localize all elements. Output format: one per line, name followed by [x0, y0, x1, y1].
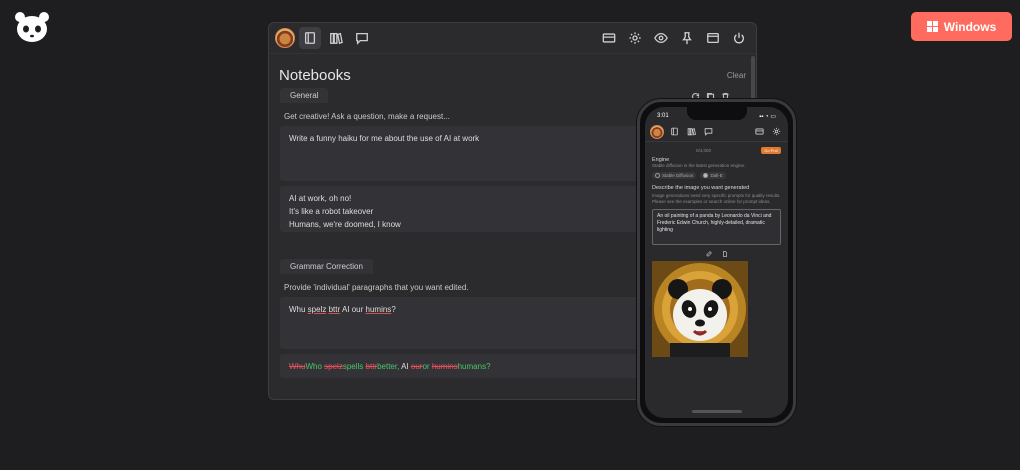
engine-option-dall-e[interactable]: Dall-E: [700, 172, 726, 179]
clear-button[interactable]: Clear: [727, 71, 746, 80]
card-button[interactable]: [598, 27, 620, 49]
usage-counter: 0/4,000: [696, 147, 712, 153]
inserted-text: Who: [305, 362, 322, 371]
misspelled-word: spelz: [307, 305, 327, 314]
inserted-text: humans?: [457, 362, 491, 371]
deleted-text: humins: [431, 362, 458, 371]
landing-stage: Windows Notebooks Clear General Get crea…: [0, 0, 1020, 470]
windows-download-label: Windows: [943, 19, 997, 34]
input-word: ?: [391, 305, 396, 314]
phone-time: 3:01: [657, 113, 669, 119]
eye-icon: [654, 32, 668, 44]
notebook-icon: [304, 32, 316, 44]
misspelled-word: bttr: [328, 305, 341, 314]
file-icon[interactable]: [722, 251, 728, 257]
engine-option-stable-diffusion[interactable]: Stable Diffusion: [652, 172, 697, 179]
input-word: AI our: [340, 305, 366, 314]
credit-card-icon: [602, 33, 616, 43]
settings-button[interactable]: [624, 27, 646, 49]
image-actions: [652, 251, 781, 257]
chat-tab-button[interactable]: [701, 125, 715, 139]
notebook-icon: [670, 127, 678, 136]
phone-mockup: 3:01 ▪▪ ◔ ▭ 0/4,000 Go Pro! Engine Stabl…: [637, 99, 796, 426]
deleted-text: spelz: [324, 362, 343, 371]
chat-tab-button[interactable]: [351, 27, 373, 49]
inserted-text: spells: [342, 362, 364, 371]
page-title: Notebooks: [279, 66, 351, 84]
notebooks-header: Notebooks Clear: [269, 54, 756, 88]
library-tab-button[interactable]: [684, 125, 698, 139]
engine-options: Stable Diffusion Dall-E: [652, 172, 781, 179]
avatar[interactable]: [650, 124, 664, 139]
library-icon: [330, 32, 343, 45]
settings-button[interactable]: [769, 125, 783, 139]
describe-help: Image generations need very specific pro…: [652, 193, 781, 204]
pin-icon: [682, 32, 692, 45]
deleted-text: bttr: [365, 362, 378, 371]
library-tab-button[interactable]: [325, 27, 347, 49]
cell-tab[interactable]: General: [280, 88, 329, 103]
radio-icon: [655, 173, 660, 178]
gear-icon: [629, 32, 641, 44]
visibility-button[interactable]: [650, 27, 672, 49]
avatar[interactable]: [275, 28, 295, 48]
gear-icon: [772, 127, 780, 136]
window-icon: [707, 32, 719, 44]
phone-screen: 3:01 ▪▪ ◔ ▭ 0/4,000 Go Pro! Engine Stabl…: [645, 107, 788, 418]
deleted-text: our: [410, 362, 423, 371]
generated-panda-image[interactable]: [652, 261, 748, 357]
panda-logo-icon[interactable]: [14, 10, 50, 44]
notebook-tab-button[interactable]: [667, 125, 681, 139]
phone-toolbar: [645, 122, 788, 142]
pin-button[interactable]: [676, 27, 698, 49]
credit-card-icon: [754, 128, 764, 135]
windows-icon: [926, 21, 938, 32]
engine-option-label: Dall-E: [710, 173, 723, 178]
app-toolbar: [269, 23, 756, 54]
cell-tab[interactable]: Grammar Correction: [280, 259, 373, 274]
engine-description: Stable diffusion is the latest generatio…: [652, 163, 746, 168]
power-button[interactable]: [728, 27, 750, 49]
window-button[interactable]: [702, 27, 724, 49]
phone-notch: [686, 107, 747, 120]
describe-label: Describe the image you want generated: [652, 185, 750, 191]
deleted-text: Whu: [289, 362, 306, 371]
chat-icon: [356, 32, 368, 45]
chat-icon: [704, 128, 712, 136]
unchanged-text: AI: [399, 362, 411, 371]
radio-icon: [703, 173, 709, 178]
windows-download-button[interactable]: Windows: [911, 12, 1012, 41]
misspelled-word: humins: [365, 305, 392, 314]
power-icon: [734, 32, 744, 44]
signal-wifi-battery-icon: ▪▪ ◔ ▭: [759, 113, 776, 120]
inserted-text: or: [422, 362, 430, 371]
notebook-tab-button[interactable]: [299, 27, 321, 49]
image-prompt-input[interactable]: An oil painting of a panda by Leonardo d…: [652, 209, 781, 245]
engine-option-label: Stable Diffusion: [662, 173, 694, 178]
inserted-text: better,: [377, 362, 400, 371]
home-indicator: [691, 410, 742, 413]
image-generator-panel: 0/4,000 Go Pro! Engine Stable diffusion …: [645, 142, 788, 362]
go-pro-badge[interactable]: Go Pro!: [761, 146, 781, 154]
link-icon[interactable]: [706, 251, 712, 257]
library-icon: [687, 128, 696, 136]
usage-row: 0/4,000 Go Pro!: [652, 145, 781, 155]
card-button[interactable]: [752, 125, 766, 139]
input-word: Whu: [289, 305, 308, 314]
